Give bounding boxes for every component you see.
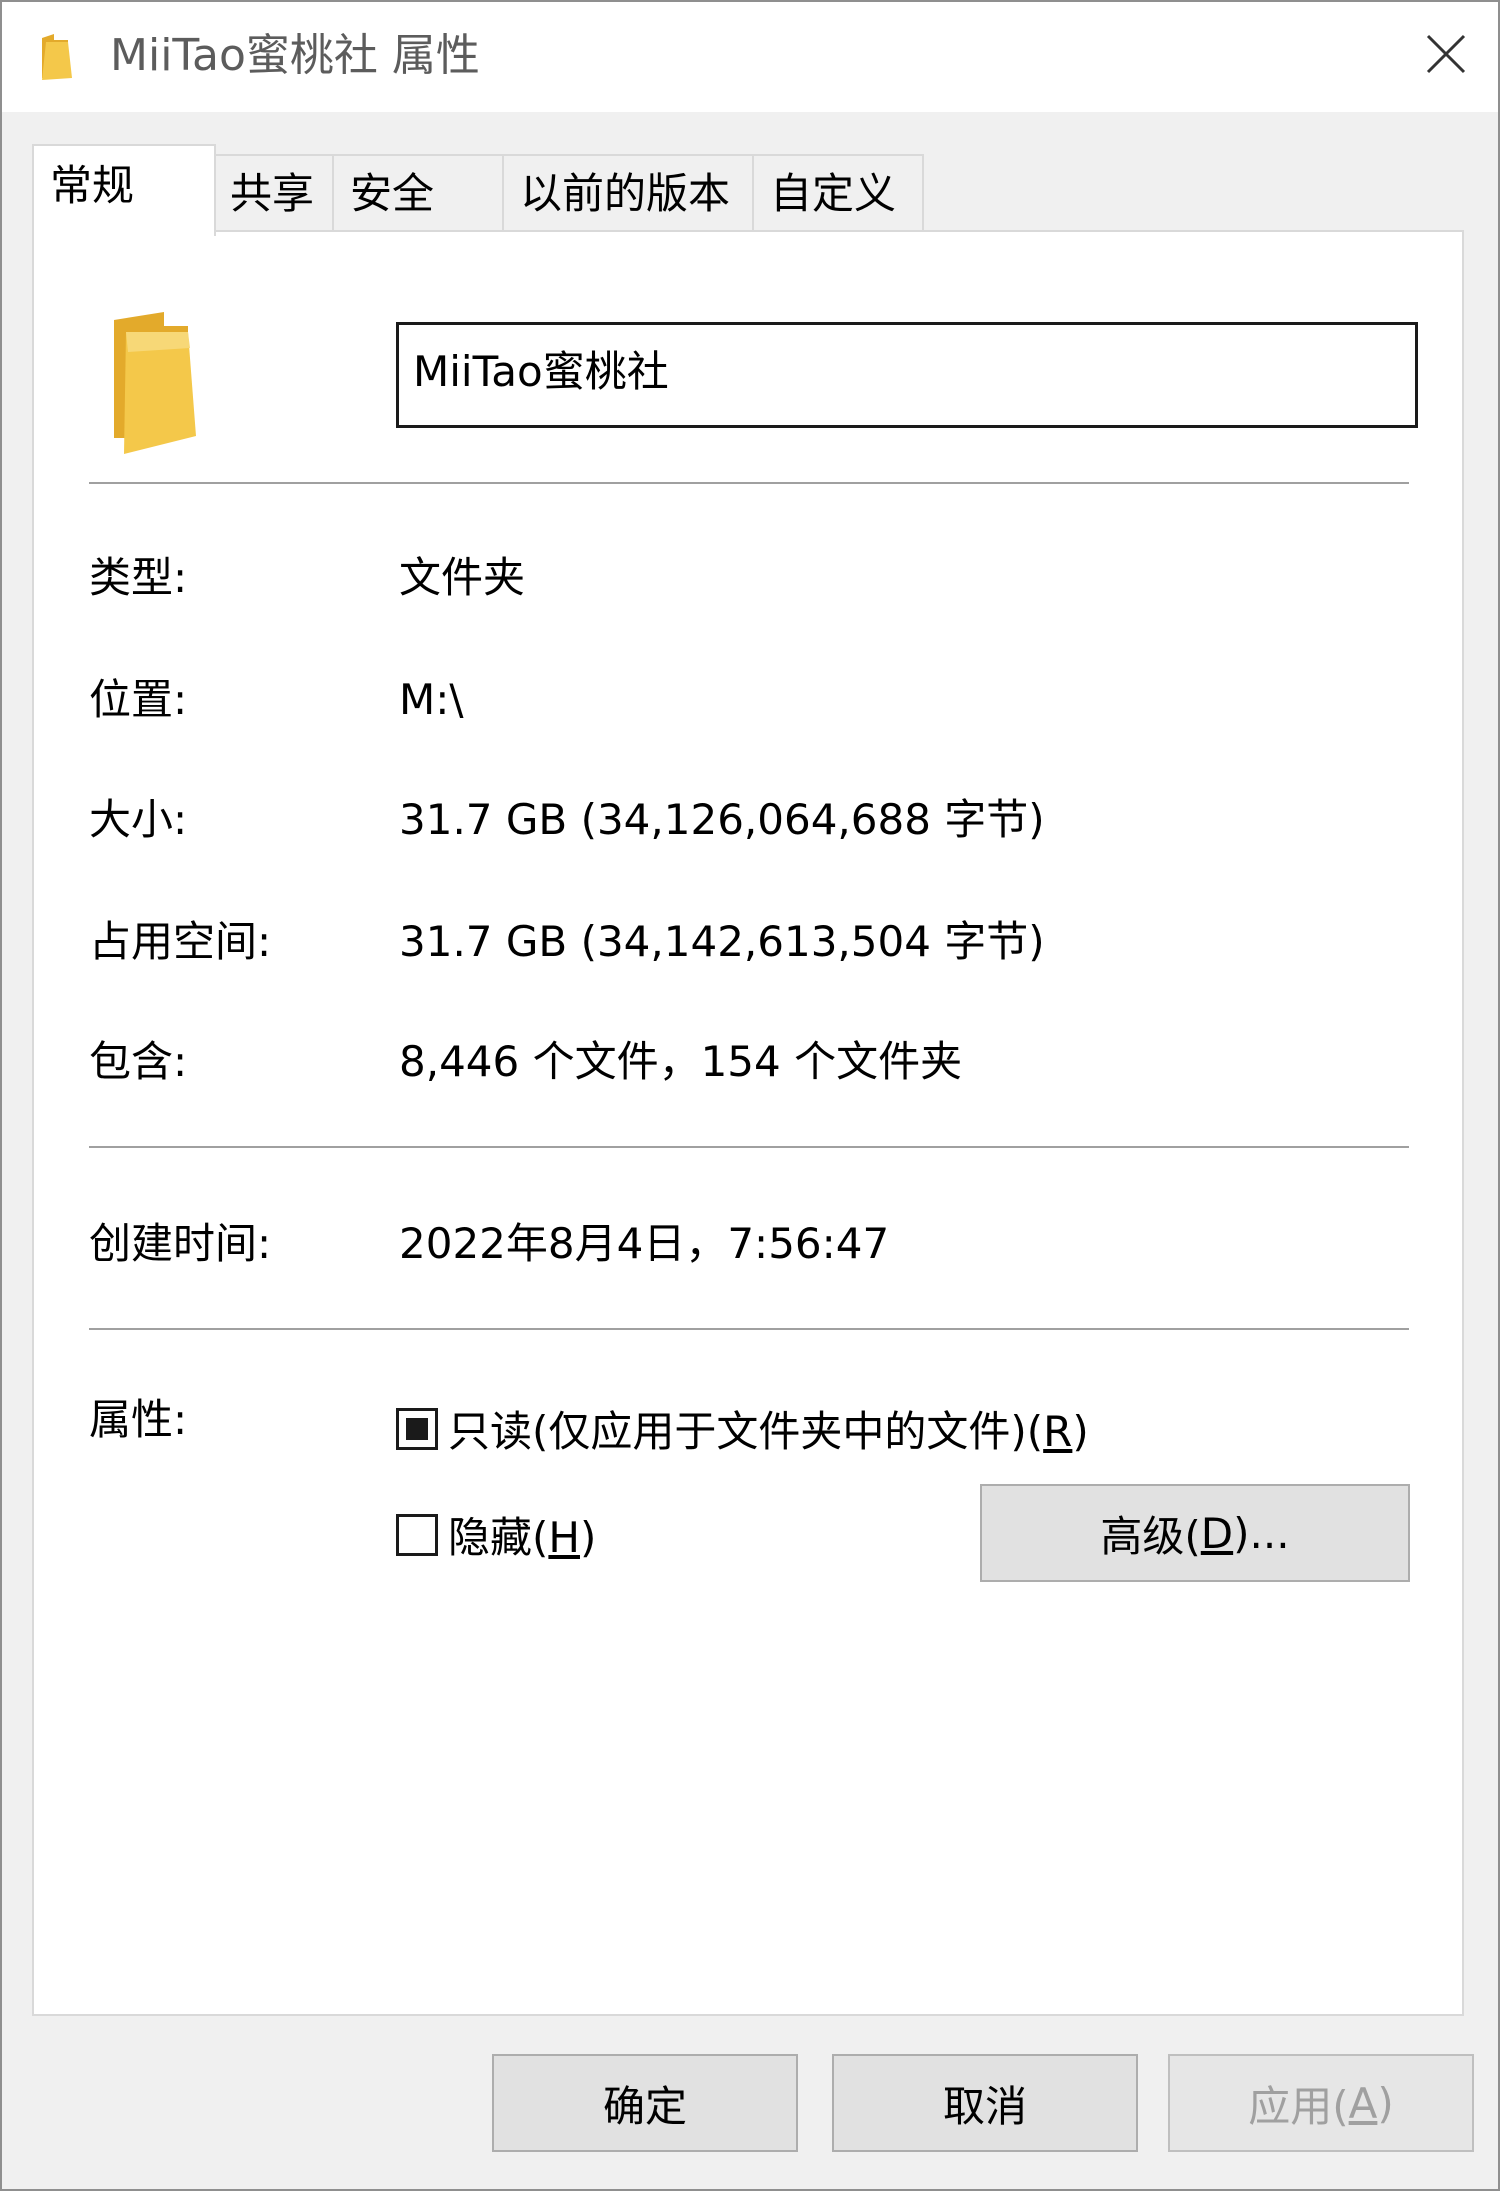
separator (89, 1328, 1409, 1330)
close-button[interactable] (1416, 24, 1476, 84)
readonly-checkbox-row[interactable]: 只读(仅应用于文件夹中的文件)(R) (396, 1398, 1089, 1459)
ok-button[interactable]: 确定 (492, 2054, 798, 2152)
indeterminate-mark-icon (406, 1417, 428, 1440)
hidden-label: 隐藏(H) (448, 1513, 597, 1562)
size-label: 大小: (89, 795, 188, 844)
cancel-button[interactable]: 取消 (832, 2054, 1138, 2152)
separator (89, 482, 1409, 484)
location-value: M:\ (399, 675, 464, 724)
tab-security[interactable]: 安全 (332, 154, 504, 234)
contains-value: 8,446 个文件，154 个文件夹 (399, 1037, 963, 1086)
readonly-label: 只读(仅应用于文件夹中的文件)(R) (448, 1407, 1089, 1456)
contains-label: 包含: (89, 1037, 188, 1086)
tab-sharing[interactable]: 共享 (212, 154, 334, 234)
created-value: 2022年8月4日，7:56:47 (399, 1219, 890, 1268)
size-on-disk-label: 占用空间: (89, 917, 272, 966)
tab-customize[interactable]: 自定义 (752, 154, 924, 234)
title-bar: MiiTao蜜桃社 属性 (2, 2, 1498, 112)
apply-button[interactable]: 应用(A) (1168, 2054, 1474, 2152)
window-title: MiiTao蜜桃社 属性 (110, 30, 480, 81)
type-label: 类型: (89, 553, 188, 602)
size-value: 31.7 GB (34,126,064,688 字节) (399, 795, 1045, 844)
type-value: 文件夹 (399, 553, 526, 602)
folder-icon (42, 34, 72, 80)
hidden-checkbox-row[interactable]: 隐藏(H) (396, 1504, 596, 1565)
general-panel: 类型: 文件夹 位置: M:\ 大小: 31.7 GB (34,126,064,… (32, 230, 1464, 2016)
properties-dialog: MiiTao蜜桃社 属性 常规 共享 安全 以前的版本 自定义 类型: 文件夹 … (0, 0, 1500, 2191)
folder-icon (114, 312, 196, 454)
tab-previous-versions[interactable]: 以前的版本 (502, 154, 754, 234)
attributes-label: 属性: (89, 1395, 188, 1444)
folder-name-input[interactable] (396, 322, 1418, 428)
hidden-checkbox[interactable] (396, 1513, 438, 1556)
size-on-disk-value: 31.7 GB (34,142,613,504 字节) (399, 917, 1045, 966)
location-label: 位置: (89, 675, 188, 724)
tab-general[interactable]: 常规 (32, 144, 216, 236)
readonly-checkbox[interactable] (396, 1407, 438, 1450)
created-label: 创建时间: (89, 1219, 272, 1268)
close-icon (1426, 34, 1466, 74)
separator (89, 1146, 1409, 1148)
advanced-button[interactable]: 高级(D)... (980, 1484, 1410, 1582)
